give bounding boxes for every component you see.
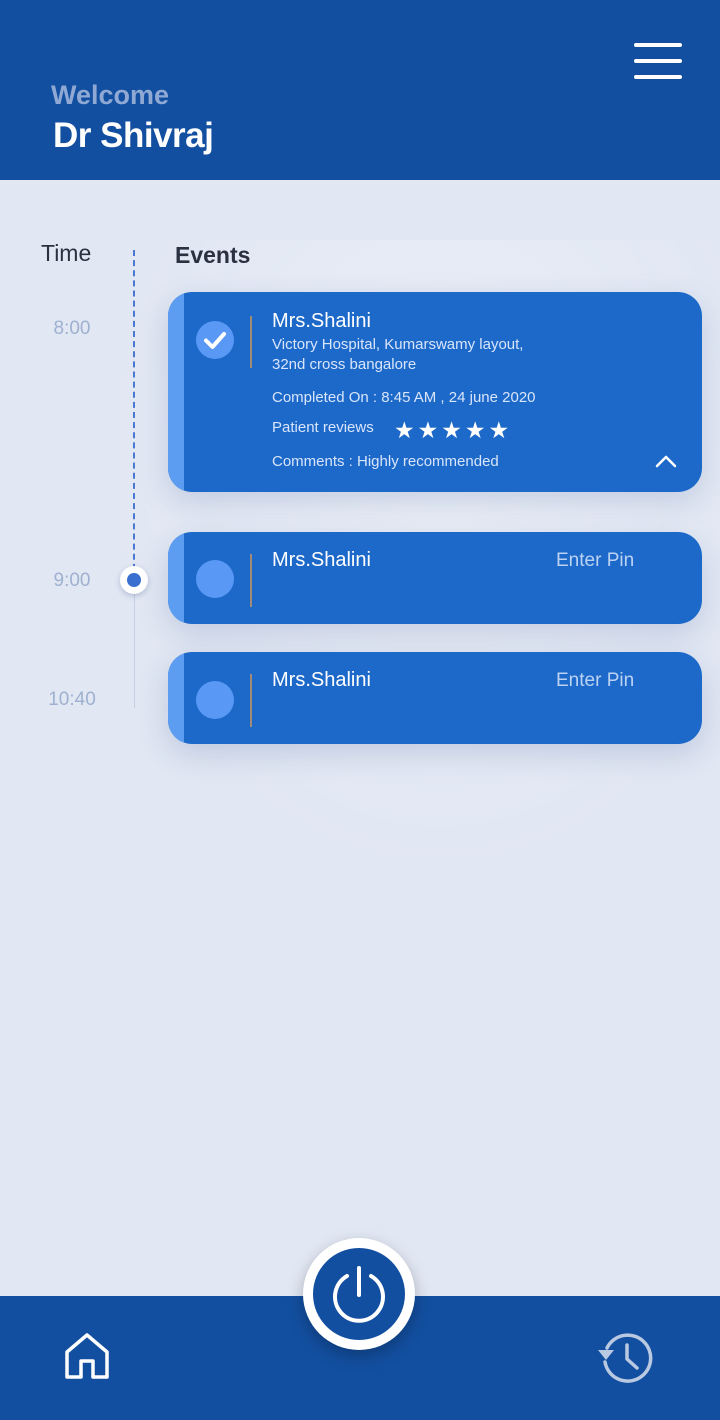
chevron-up-icon[interactable]: [654, 452, 678, 470]
patient-reviews-label: Patient reviews: [272, 419, 374, 436]
card-divider: [250, 554, 252, 607]
hamburger-menu-icon[interactable]: [630, 40, 686, 82]
patient-name: Mrs.Shalini: [272, 669, 371, 691]
comments: Comments : Highly recommended: [272, 453, 499, 470]
time-label: 8:00: [53, 318, 91, 339]
timeline-current-marker: [120, 566, 148, 594]
enter-pin-button[interactable]: Enter Pin: [556, 550, 634, 572]
address-line-1: Victory Hospital, Kumarswamy layout,: [272, 336, 524, 353]
event-card-completed[interactable]: Mrs.Shalini Victory Hospital, Kumarswamy…: [168, 292, 702, 492]
home-icon[interactable]: [62, 1331, 112, 1381]
timeline-solid-line: [134, 580, 135, 708]
power-button[interactable]: [313, 1248, 405, 1340]
timeline-dashed-line: [133, 250, 135, 580]
enter-pin-button[interactable]: Enter Pin: [556, 670, 634, 692]
card-divider: [250, 674, 252, 727]
welcome-label: Welcome: [51, 80, 170, 110]
status-circle-icon: [196, 560, 234, 598]
doctor-name: Dr Shivraj: [53, 116, 214, 155]
card-divider: [250, 316, 252, 368]
patient-name: Mrs.Shalini: [272, 310, 371, 332]
patient-address: Victory Hospital, Kumarswamy layout, 32n…: [272, 335, 572, 375]
app-header: Welcome Dr Shivraj: [0, 0, 720, 180]
time-column-heading: Time: [41, 240, 92, 266]
patient-name: Mrs.Shalini: [272, 549, 371, 571]
time-label: 9:00: [53, 570, 91, 591]
card-accent-bar: [168, 532, 184, 624]
events-column-heading: Events: [175, 242, 251, 268]
rating-stars: ★★★★★: [394, 417, 513, 443]
check-circle-icon: [196, 321, 234, 359]
address-line-2: 32nd cross bangalore: [272, 356, 417, 373]
card-accent-bar: [168, 292, 184, 492]
power-icon: [333, 1266, 385, 1323]
event-card-pending[interactable]: Mrs.Shalini Enter Pin: [168, 532, 702, 624]
time-label: 10:40: [48, 689, 96, 710]
card-accent-bar: [168, 652, 184, 744]
power-button-ring: [303, 1238, 415, 1350]
completed-on: Completed On : 8:45 AM , 24 june 2020: [272, 389, 536, 406]
history-icon[interactable]: [595, 1328, 657, 1386]
event-card-pending[interactable]: Mrs.Shalini Enter Pin: [168, 652, 702, 744]
status-circle-icon: [196, 681, 234, 719]
